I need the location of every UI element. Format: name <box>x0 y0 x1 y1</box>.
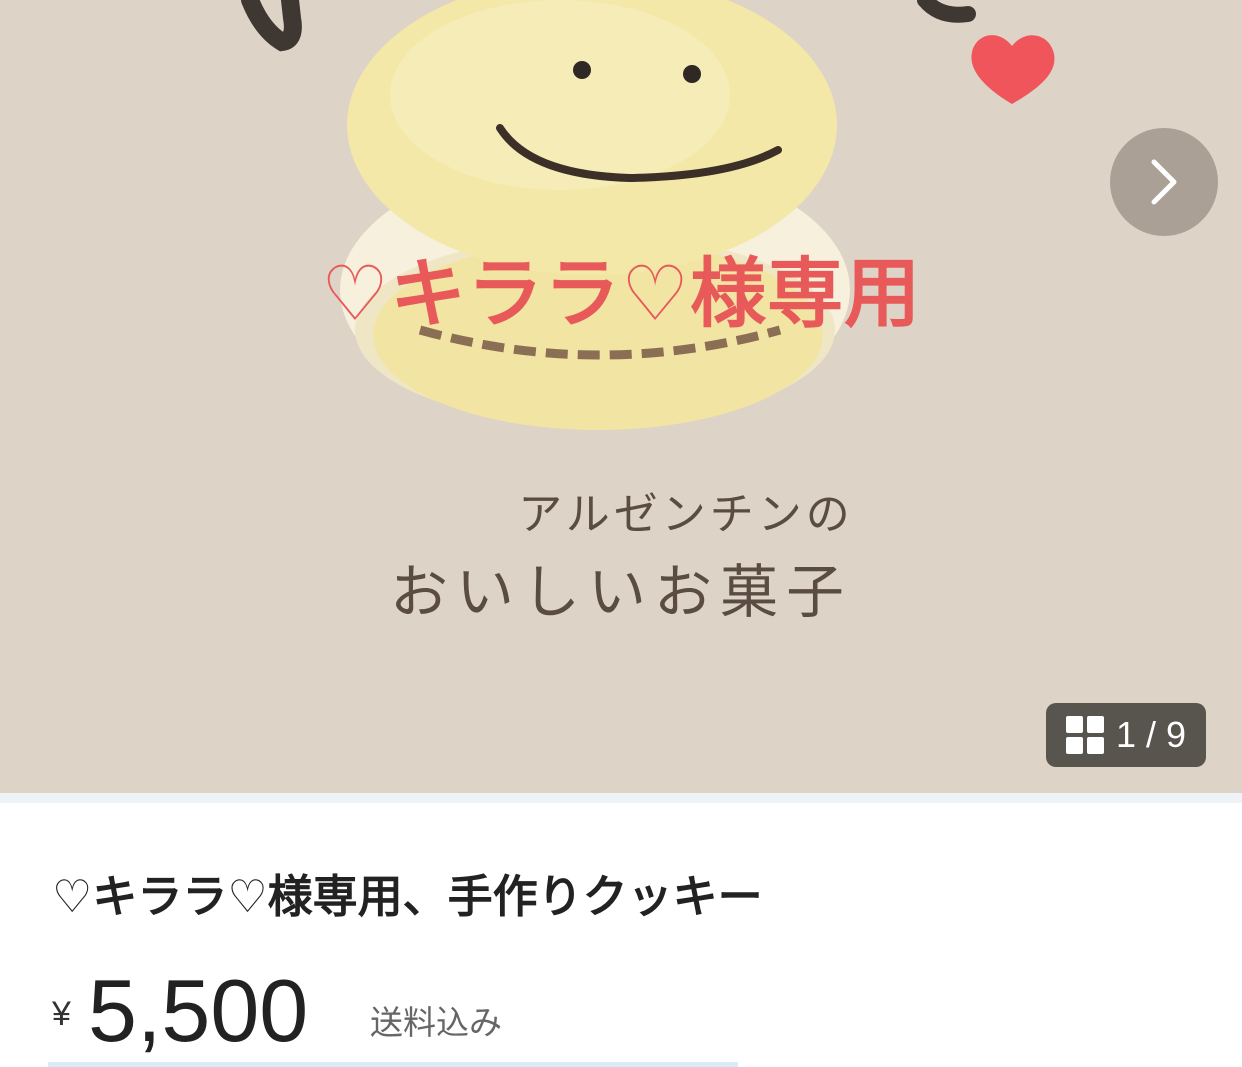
shipping-label: 送料込み <box>370 1003 502 1042</box>
price-underline <box>48 1062 738 1067</box>
product-photo <box>241 0 1055 430</box>
heart-decoration <box>971 35 1055 104</box>
item-title: ♡キララ♡様専用、手作りクッキー <box>52 870 763 923</box>
image-counter-text: 1 / 9 <box>1115 714 1187 755</box>
product-image-gallery[interactable]: ♡キララ♡様専用 アルゼンチンの おいしいお菓子 1 / 9 <box>0 0 1242 793</box>
image-counter-badge[interactable]: 1 / 9 <box>1046 703 1206 767</box>
next-image-button[interactable] <box>1110 128 1218 236</box>
price-currency: ¥ <box>52 995 71 1033</box>
image-overlay-title: ♡キララ♡様専用 <box>320 249 922 338</box>
item-price: 5,500 <box>88 961 309 1060</box>
image-handwriting-line2: おいしいお菓子 <box>389 558 852 626</box>
chevron-right-icon <box>1151 159 1177 205</box>
grid-icon <box>1065 716 1104 754</box>
image-handwriting-line1: アルゼンチンの <box>518 489 854 540</box>
section-divider <box>0 793 1242 803</box>
